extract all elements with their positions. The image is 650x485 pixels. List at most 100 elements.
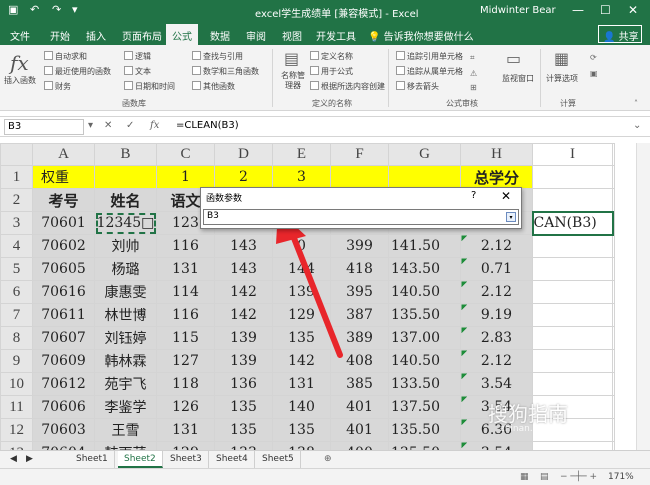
- cell-g10[interactable]: 133.50: [388, 372, 461, 396]
- cell-i2[interactable]: [532, 188, 613, 212]
- cell-e8[interactable]: 135: [272, 326, 331, 350]
- redo-icon[interactable]: ↷: [52, 3, 61, 16]
- cell-d12[interactable]: 135: [214, 418, 273, 442]
- cell-e9[interactable]: 142: [272, 349, 331, 373]
- cell-c4[interactable]: 116: [156, 234, 215, 258]
- cell-d5[interactable]: 143: [214, 257, 273, 281]
- cell-d7[interactable]: 142: [214, 303, 273, 327]
- cell-e6[interactable]: 139: [272, 280, 331, 304]
- undo-icon[interactable]: ↶: [30, 3, 39, 16]
- cell-i6[interactable]: [532, 280, 613, 304]
- vertical-scrollbar[interactable]: [636, 143, 650, 450]
- insert-function-icon[interactable]: fx: [10, 51, 29, 75]
- cell-spacer[interactable]: [612, 418, 615, 442]
- row-header[interactable]: 7: [0, 303, 33, 327]
- cell-h5[interactable]: 0.71: [460, 257, 533, 281]
- normal-view-icon[interactable]: ▦: [520, 472, 529, 482]
- remove-arrows-button[interactable]: 移去箭头: [396, 81, 439, 92]
- cell-a8[interactable]: 70607: [32, 326, 95, 350]
- cell-g13[interactable]: 135.50: [388, 441, 461, 450]
- cell-b10[interactable]: 苑宇飞: [94, 372, 157, 396]
- cell-c13[interactable]: 129: [156, 441, 215, 450]
- cell-spacer[interactable]: [612, 211, 615, 235]
- cell-a2[interactable]: 考号: [32, 188, 95, 212]
- trace-precedents-button[interactable]: 追踪引用单元格: [396, 51, 463, 62]
- insert-function-button[interactable]: 插入函数: [4, 75, 36, 86]
- cell-h8[interactable]: 2.83: [460, 326, 533, 350]
- watch-window-button[interactable]: 监视窗口: [502, 73, 534, 84]
- cell-e4[interactable]: 0: [272, 234, 331, 258]
- cell-g11[interactable]: 137.50: [388, 395, 461, 419]
- expand-dialog-icon[interactable]: ▾: [506, 212, 516, 222]
- autosum-button[interactable]: 自动求和: [44, 51, 87, 62]
- cell-b1[interactable]: [94, 165, 157, 189]
- cell-g6[interactable]: 140.50: [388, 280, 461, 304]
- cell-e1[interactable]: 3: [272, 165, 331, 189]
- use-in-formula-button[interactable]: 用于公式: [310, 66, 353, 77]
- cell-g7[interactable]: 135.50: [388, 303, 461, 327]
- close-dialog-icon[interactable]: ✕: [501, 189, 511, 203]
- cell-c9[interactable]: 127: [156, 349, 215, 373]
- cell-d8[interactable]: 139: [214, 326, 273, 350]
- row-header[interactable]: 12: [0, 418, 33, 442]
- cell-spacer[interactable]: [612, 303, 615, 327]
- row-header[interactable]: 10: [0, 372, 33, 396]
- row-header[interactable]: 5: [0, 257, 33, 281]
- name-manager-icon[interactable]: ▤: [284, 49, 299, 68]
- cell-i10[interactable]: [532, 372, 613, 396]
- cell-d6[interactable]: 142: [214, 280, 273, 304]
- row-header[interactable]: 8: [0, 326, 33, 350]
- cell-h6[interactable]: 2.12: [460, 280, 533, 304]
- row-header[interactable]: 2: [0, 188, 33, 212]
- cell-i8[interactable]: [532, 326, 613, 350]
- collapse-ribbon-icon[interactable]: ˄: [634, 99, 638, 108]
- cell-c12[interactable]: 131: [156, 418, 215, 442]
- cell-spacer[interactable]: [612, 372, 615, 396]
- recent-functions-button[interactable]: 最近使用的函数: [44, 66, 111, 77]
- cell-b4[interactable]: 刘帅: [94, 234, 157, 258]
- cell-i3[interactable]: CAN(B3): [531, 210, 614, 236]
- cell-a7[interactable]: 70611: [32, 303, 95, 327]
- cell-g4[interactable]: 141.50: [388, 234, 461, 258]
- cell-b2[interactable]: 姓名: [94, 188, 157, 212]
- zoom-level[interactable]: 171%: [608, 472, 634, 482]
- cell-d1[interactable]: 2: [214, 165, 273, 189]
- cell-f9[interactable]: 408: [330, 349, 389, 373]
- cell-spacer[interactable]: [612, 441, 615, 450]
- column-header-e[interactable]: E: [272, 143, 331, 166]
- cell-c11[interactable]: 126: [156, 395, 215, 419]
- cell-spacer[interactable]: [612, 326, 615, 350]
- calc-now-icon[interactable]: ⟳: [590, 53, 597, 62]
- define-name-button[interactable]: 定义名称: [310, 51, 353, 62]
- enter-formula-icon[interactable]: ✓: [126, 120, 134, 131]
- cell-b12[interactable]: 王雪: [94, 418, 157, 442]
- formula-input[interactable]: =CLEAN(B3): [176, 120, 239, 131]
- trace-dependents-button[interactable]: 追踪从属单元格: [396, 66, 463, 77]
- cell-spacer[interactable]: [612, 188, 615, 212]
- maximize-icon[interactable]: ☐: [600, 3, 611, 17]
- math-button[interactable]: 数学和三角函数: [192, 66, 259, 77]
- calc-options-icon[interactable]: ▦: [554, 49, 569, 68]
- cell-d13[interactable]: 133: [214, 441, 273, 450]
- cell-g12[interactable]: 135.50: [388, 418, 461, 442]
- cell-f7[interactable]: 387: [330, 303, 389, 327]
- sheet-tab-sheet2[interactable]: Sheet2: [118, 451, 163, 468]
- cell-f5[interactable]: 418: [330, 257, 389, 281]
- cell-a3[interactable]: 70601: [32, 211, 95, 235]
- name-box-dropdown-icon[interactable]: ▾: [88, 120, 93, 131]
- cell-h7[interactable]: 9.19: [460, 303, 533, 327]
- column-header-a[interactable]: A: [32, 143, 95, 166]
- share-button[interactable]: 👤 共享: [598, 25, 642, 43]
- select-all-corner[interactable]: [0, 143, 33, 166]
- cell-e13[interactable]: 138: [272, 441, 331, 450]
- argument-input[interactable]: B3 ▾: [203, 209, 519, 225]
- cell-e12[interactable]: 135: [272, 418, 331, 442]
- cell-spacer[interactable]: [612, 257, 615, 281]
- cell-i13[interactable]: [532, 441, 613, 450]
- cell-g8[interactable]: 137.00: [388, 326, 461, 350]
- tab-view[interactable]: 视图: [282, 28, 302, 43]
- cell-d11[interactable]: 135: [214, 395, 273, 419]
- column-header-g[interactable]: G: [388, 143, 461, 166]
- row-header[interactable]: 11: [0, 395, 33, 419]
- cell-f10[interactable]: 385: [330, 372, 389, 396]
